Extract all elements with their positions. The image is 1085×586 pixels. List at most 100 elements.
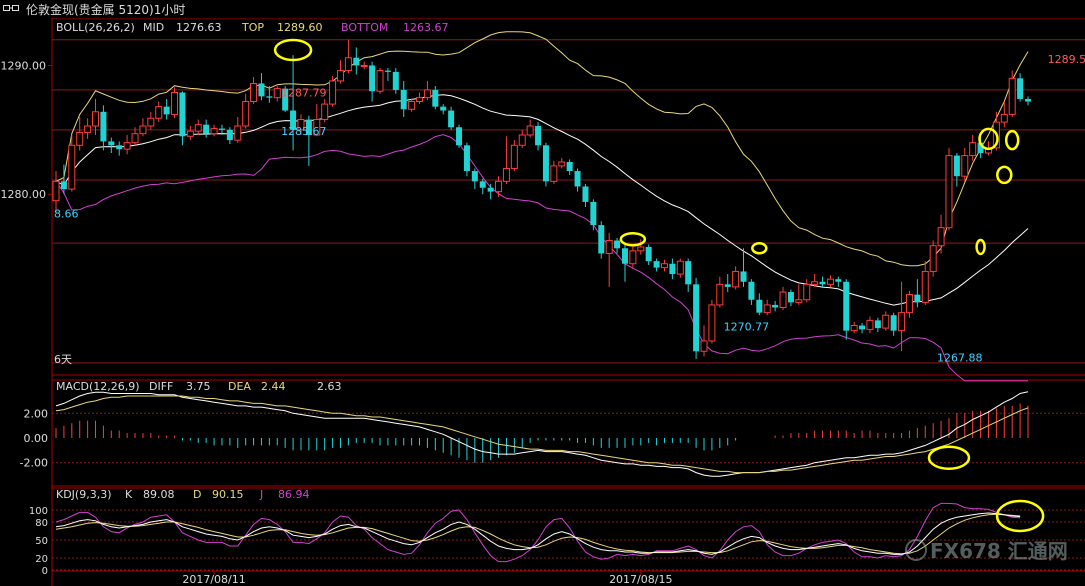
watermark-text: FX678 汇通网 [930,539,1068,563]
candle-body [566,162,573,172]
candle-body [582,186,589,202]
candle-body [423,89,431,99]
candle-body [408,101,416,110]
x-tick-label: 2017/08/15 [609,573,672,586]
candle-body [803,283,811,301]
candle-body [384,70,391,72]
macd-ytick-label: 0.00 [24,432,49,445]
candle-body [843,281,850,331]
macd-diff-value: 3.75 [186,380,211,393]
candle-body [1000,113,1008,123]
price-annotation: 6天 [54,353,72,366]
candle-body [937,227,945,247]
candle [945,147,953,231]
kdj-j-label: J [259,488,263,501]
kdj-k-value: 89.08 [143,488,175,501]
candle-body [526,125,534,136]
candle-body [598,225,605,254]
boll-top-label: TOP [241,21,264,34]
candle-body [898,312,906,332]
candle-body [147,117,155,127]
candle-body [748,281,755,300]
macd-value: 2.63 [317,380,342,393]
candle-body [52,180,60,202]
candle-body [866,319,874,330]
candle-body [700,340,708,352]
candle-body [890,315,897,331]
candle-body [653,261,660,268]
candle-body [811,281,819,285]
candle-body [250,82,258,103]
candle-body [353,57,360,66]
candle-body [186,130,194,137]
candle-body [448,110,455,128]
candle-body [921,270,929,303]
candle-body [795,299,803,303]
candle-body [258,83,265,97]
candle-body [660,263,668,269]
price-annotation: 1285.67 [281,125,327,138]
candle [376,68,384,94]
candle-body [329,80,337,105]
candle-body [242,101,250,127]
candle-body [179,92,186,137]
candle-body [629,250,637,265]
candle-body [471,171,478,182]
candle [456,124,463,148]
boll-ytick-label: 1280.00 [1,188,47,201]
candle-body [360,64,368,67]
candle [708,299,716,344]
candle-body [123,142,131,150]
price-annotation: 1287.79 [281,86,327,99]
candle-body [392,71,399,90]
candle-body [139,125,147,135]
candle-body [163,106,170,115]
boll-top-value: 1289.60 [277,21,323,34]
candle-body [558,161,566,167]
candle-body [882,314,890,329]
candle-body [440,106,447,111]
price-annotation: 1289.55 [1048,53,1085,66]
candle-body [614,240,621,249]
chart-area[interactable]: 1290.00 1280.00 2.00 0.00 -2.00 10080 50 200 201… [0,18,1085,586]
candle-body [574,171,581,187]
candle-body [116,145,123,150]
price-annotation: 1267.88 [937,352,983,365]
candle-body [763,304,771,314]
macd-ytick-label: 2.00 [24,407,49,420]
candle-body [1008,77,1016,115]
candle-body [953,155,960,177]
candle-body [693,284,700,352]
candle-body [376,70,384,92]
candle-body [669,263,676,275]
candle [598,221,605,259]
candle [693,277,700,359]
kdj-ytick-label: 20 [35,554,48,565]
candle-body [740,271,747,282]
price-annotation: 1270.77 [724,321,770,334]
candle-body [1025,98,1031,102]
candle-body [826,278,834,285]
candle-body [859,325,866,330]
macd-dea-label: DEA [228,380,251,393]
candle-body [905,294,913,314]
candle-body [463,145,470,172]
boll-ytick-label: 1290.00 [1,59,47,72]
candle-body [779,291,787,308]
candle-body [518,134,526,146]
macd-diff-label: DIFF [149,380,173,393]
kdj-d-label: D [193,488,201,501]
kdj-title: KDJ(9,3,3) [56,488,112,501]
chart-window-icon [3,5,19,11]
candle-body [226,129,233,141]
candle-body [84,125,92,133]
candle-body [969,142,977,157]
candle-body [76,131,84,146]
candle-body [605,240,613,254]
candle-body [676,260,684,275]
boll-bottom-label: BOTTOM [341,21,388,34]
candle-body [68,144,76,190]
boll-bottom-value: 1263.67 [403,21,449,34]
window-title: 伦敦金现(贵金属 5120)1小时 [26,3,186,17]
candle-body [273,88,281,99]
